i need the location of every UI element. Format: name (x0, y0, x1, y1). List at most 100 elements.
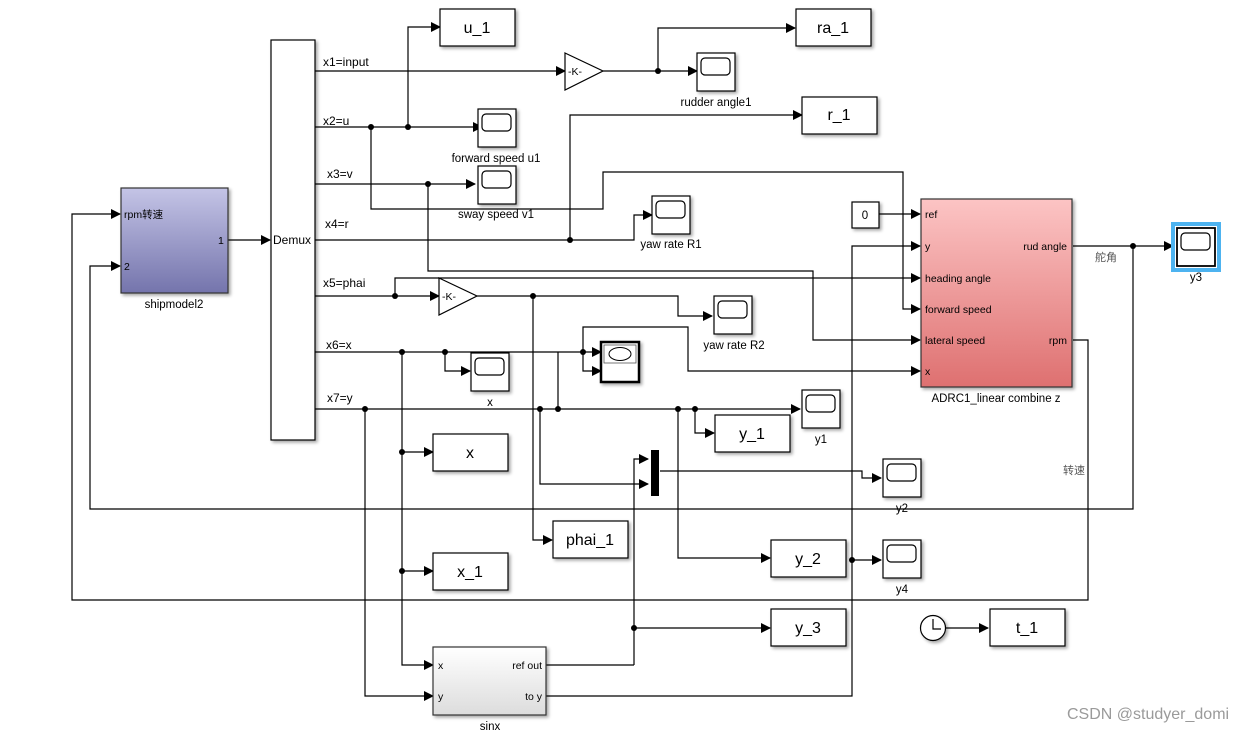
scope-screen-icon (717, 300, 748, 319)
scope-rudder-angle1[interactable]: rudder angle1 (681, 52, 752, 109)
signal-x3: x3=v (327, 167, 353, 181)
constant-value: 0 (862, 210, 868, 222)
gain-phai-block[interactable]: -K- (438, 277, 479, 316)
scope-screen-icon (481, 113, 512, 132)
scope-yaw-rate-r2[interactable]: yaw rate R2 (703, 295, 765, 352)
scope-x[interactable]: x (470, 352, 510, 409)
ws-x[interactable]: x (432, 433, 509, 472)
signal-x2: x2=u (323, 114, 349, 128)
sinx-name: sinx (480, 721, 501, 732)
wire-heading-angle[interactable] (394, 273, 921, 296)
ws-u1-label: u_1 (464, 20, 491, 37)
shipmodel-block[interactable]: rpm转速 2 1 shipmodel2 (120, 187, 229, 311)
sinx-port-y: y (438, 691, 444, 703)
ws-x-label: x (466, 445, 474, 462)
adrc-port-rpm: rpm (1049, 335, 1067, 347)
scope-screen-icon (886, 463, 917, 482)
scope-screen-icon (805, 394, 836, 413)
signal-x5: x5=phai (323, 276, 365, 290)
ws-r1-label: r_1 (827, 107, 850, 124)
ws-ra1-label: ra_1 (817, 20, 849, 37)
scope-forward-speed-u1[interactable]: forward speed u1 (452, 108, 541, 165)
scope-rudder-label: rudder angle1 (681, 97, 752, 109)
wire-phai1[interactable] (532, 296, 553, 545)
gain-phai-label: -K- (442, 291, 457, 303)
signal-x1: x1=input (323, 55, 369, 69)
demux-block[interactable]: Demux (270, 39, 316, 441)
ws-y2[interactable]: y_2 (770, 539, 847, 578)
signal-rud-angle-label: 舵角 (1095, 250, 1117, 264)
scope-u1-label: forward speed u1 (452, 153, 541, 165)
scope-r1-label: yaw rate R1 (640, 239, 701, 251)
ws-ra1[interactable]: ra_1 (795, 8, 872, 47)
constant-block[interactable]: 0 (851, 201, 880, 229)
ship-port-2: 2 (124, 261, 130, 273)
wire-yaw-r2[interactable] (477, 295, 713, 321)
watermark: CSDN @studyer_domi (1067, 706, 1229, 723)
ws-y2-label: y_2 (795, 551, 821, 568)
ws-y1[interactable]: y_1 (714, 414, 791, 453)
scope-screen-icon (481, 170, 512, 189)
scope-screen-icon (1180, 232, 1211, 251)
adrc-name: ADRC1_linear combine z (931, 393, 1060, 405)
ship-port-rpm: rpm转速 (124, 208, 164, 221)
scope-screen-icon (474, 357, 505, 376)
wire-mux-in2[interactable] (539, 409, 649, 489)
mux-block[interactable] (651, 450, 659, 496)
signal-x4: x4=r (325, 217, 349, 231)
xy-graph-icon (608, 347, 632, 361)
ws-u1[interactable]: u_1 (439, 8, 516, 47)
ws-t1[interactable]: t_1 (989, 608, 1066, 647)
adrc-block[interactable]: ref y heading angle forward speed latera… (920, 198, 1073, 405)
ws-phai1[interactable]: phai_1 (552, 520, 629, 559)
scope-y2[interactable]: y2 (882, 458, 922, 515)
sinx-port-to-y: to y (525, 691, 543, 703)
wire-mux-y2[interactable] (660, 470, 882, 483)
adrc-port-ref: ref (925, 209, 937, 221)
adrc-port-x: x (925, 366, 931, 378)
ws-y1-label: y_1 (739, 426, 765, 443)
scope-y3-label: y3 (1190, 272, 1202, 284)
scope-y3[interactable]: y3 (1171, 222, 1221, 284)
ws-x1-label: x_1 (457, 564, 483, 581)
gain-rudder-block[interactable]: -K- (564, 52, 605, 91)
ws-x1[interactable]: x_1 (432, 552, 509, 591)
demux-label: Demux (273, 233, 311, 247)
adrc-port-rud-angle: rud angle (1023, 241, 1067, 253)
scope-y1[interactable]: y1 (801, 389, 841, 446)
ws-y3-label: y_3 (795, 620, 821, 637)
xy-graph-block[interactable] (599, 340, 641, 384)
adrc-port-y: y (925, 241, 931, 253)
adrc-port-forward: forward speed (925, 304, 992, 316)
signal-rpm-label: 转速 (1063, 463, 1085, 477)
scope-y1-label: y1 (815, 434, 827, 446)
signal-x6: x6=x (326, 338, 352, 352)
wire-scope-x[interactable] (444, 352, 471, 376)
scope-screen-icon (886, 544, 917, 563)
wire-xy-x[interactable] (582, 352, 602, 376)
ws-r1[interactable]: r_1 (801, 96, 878, 135)
ws-t1-label: t_1 (1016, 620, 1038, 637)
scope-y4-label: y4 (896, 584, 909, 596)
adrc-port-heading: heading angle (925, 273, 991, 285)
scope-yaw-rate-r1[interactable]: yaw rate R1 (640, 195, 702, 251)
scope-v1-label: sway speed v1 (458, 209, 534, 221)
scope-y4[interactable]: y4 (882, 539, 922, 596)
scope-screen-icon (700, 57, 731, 76)
ws-y3[interactable]: y_3 (770, 608, 847, 647)
ship-name: shipmodel2 (145, 299, 204, 311)
wire-y1[interactable] (694, 409, 715, 438)
sinx-port-x: x (438, 660, 444, 672)
adrc-port-lateral: lateral speed (925, 335, 985, 347)
simulink-canvas[interactable]: rpm转速 2 1 shipmodel2 Demux x1=input x2=u… (0, 0, 1253, 732)
scope-sway-speed-v1[interactable]: sway speed v1 (458, 165, 534, 221)
wire-mux-in1[interactable] (633, 454, 649, 665)
clock-block[interactable] (919, 614, 947, 642)
ship-port-out: 1 (218, 235, 224, 247)
sinx-block[interactable]: x y ref out to y sinx (432, 646, 547, 732)
scope-r2-label: yaw rate R2 (703, 340, 764, 352)
sinx-port-ref-out: ref out (512, 660, 542, 672)
ws-phai1-label: phai_1 (566, 532, 614, 549)
scope-y2-label: y2 (896, 503, 908, 515)
wire-u1[interactable] (407, 22, 441, 127)
